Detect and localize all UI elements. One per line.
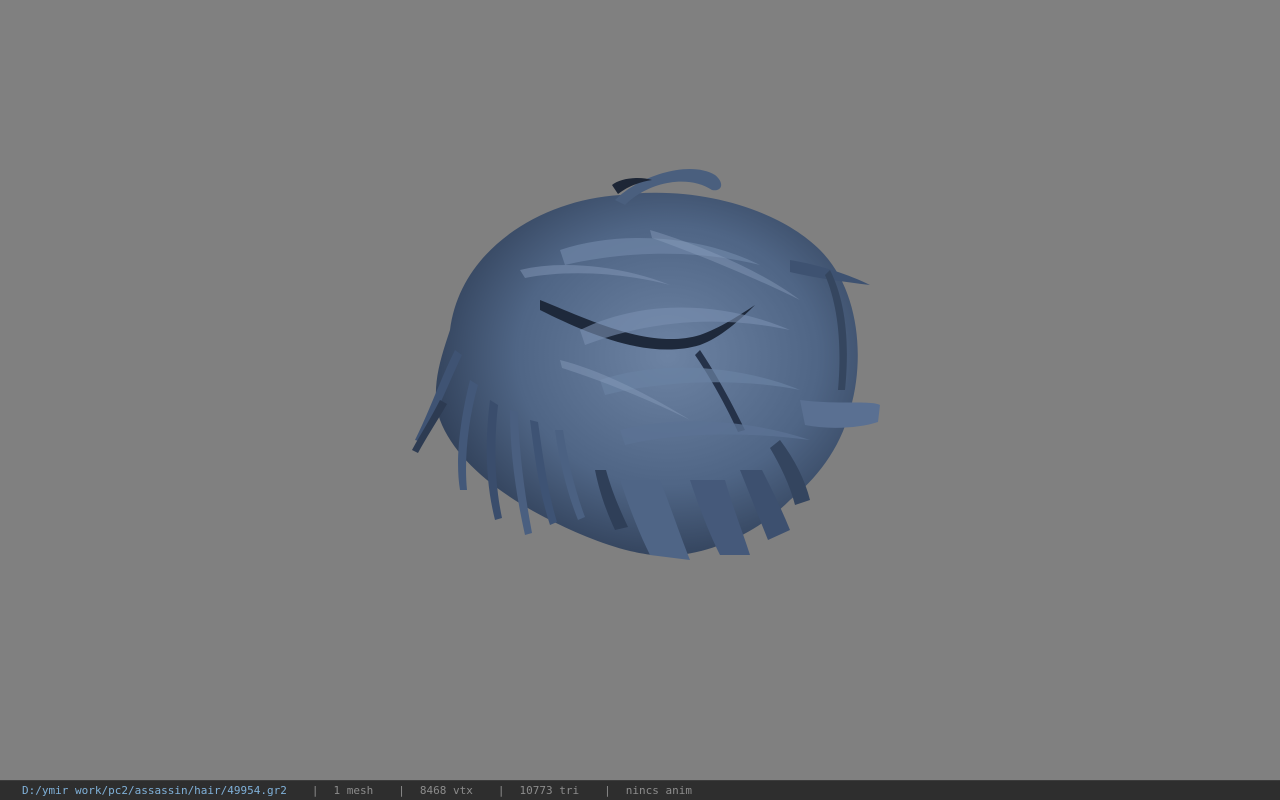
animation-status: nincs anim <box>625 784 692 797</box>
status-separator: | <box>398 784 405 797</box>
3d-viewport[interactable] <box>0 0 1280 780</box>
triangle-count: 10773 tri <box>519 784 580 797</box>
mesh-count: 1 mesh <box>333 784 374 797</box>
file-path: D:/ymir work/pc2/assassin/hair/49954.gr2 <box>22 784 287 797</box>
status-separator: | <box>497 784 505 797</box>
status-separator: | <box>311 784 319 797</box>
hair-model-render <box>0 0 1280 780</box>
status-separator: | <box>604 784 611 797</box>
status-bar: D:/ymir work/pc2/assassin/hair/49954.gr2… <box>0 780 1280 800</box>
vertex-count: 8468 vtx <box>419 784 473 797</box>
